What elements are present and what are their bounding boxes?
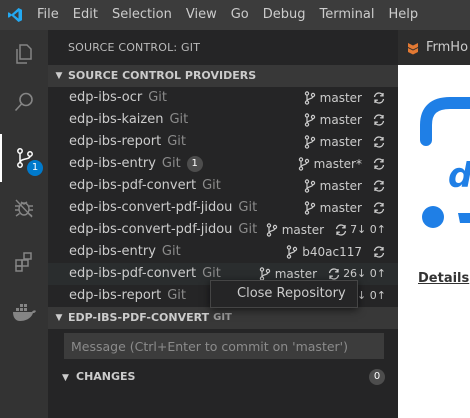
context-menu: Close Repository [210, 280, 358, 308]
branch-icon [287, 245, 298, 259]
repo-type: Git [169, 112, 189, 127]
ahead-behind-count: 7↓ 0↑ [350, 223, 386, 236]
changes-label: CHANGES [76, 370, 136, 383]
repo-type: Git [238, 200, 258, 215]
repo-changes-badge: 1 [186, 156, 203, 172]
debug-icon[interactable] [0, 184, 48, 232]
repo-type: Git [148, 90, 168, 105]
branch-icon [298, 157, 309, 171]
sync-icon[interactable] [372, 179, 386, 193]
repo-name: edp-ibs-convert-pdf-jidou [69, 200, 233, 215]
menu-file[interactable]: File [30, 0, 66, 30]
sync-icon[interactable] [327, 267, 341, 281]
chevron-down-icon: ▼ [55, 313, 63, 323]
branch-icon [304, 113, 315, 127]
changes-group-header[interactable]: ▼ CHANGES 0 [48, 366, 398, 388]
repo-row[interactable]: edp-ibs-convert-pdf-jidou Git master [48, 197, 398, 219]
source-control-sidebar: SOURCE CONTROL: GIT ▼ SOURCE CONTROL PRO… [48, 30, 398, 418]
providers-section-header[interactable]: ▼ SOURCE CONTROL PROVIDERS [48, 65, 398, 87]
repo-type: Git [161, 156, 181, 171]
repo-row[interactable]: edp-ibs-report Git master [48, 131, 398, 153]
repository-section-header[interactable]: ▼ EDP-IBS-PDF-CONVERT GIT [48, 307, 398, 329]
repository-section-label: EDP-IBS-PDF-CONVERT [68, 311, 210, 324]
menu-bar: File Edit Selection View Go Debug Termin… [30, 0, 425, 30]
repo-name: edp-ibs-convert-pdf-jidou [69, 222, 233, 237]
branch-label: master [319, 201, 362, 215]
svg-text:d: d [448, 156, 470, 196]
menu-edit[interactable]: Edit [66, 0, 105, 30]
docker-icon[interactable] [0, 288, 48, 336]
branch-icon [266, 223, 277, 237]
sync-icon[interactable] [372, 113, 386, 127]
branch-label: master [281, 223, 325, 237]
scm-badge: 1 [27, 160, 43, 176]
repo-row[interactable]: edp-ibs-pdf-convert Git master [48, 175, 398, 197]
repo-type: Git [202, 266, 221, 281]
repo-row[interactable]: edp-ibs-ocr Git master [48, 87, 398, 109]
menu-help[interactable]: Help [381, 0, 425, 30]
title-bar: File Edit Selection View Go Debug Termin… [0, 0, 470, 30]
repo-row[interactable]: edp-ibs-convert-pdf-jidou Git master 7↓ 0… [48, 219, 398, 241]
branch-icon [259, 267, 270, 281]
sync-icon[interactable] [372, 91, 386, 105]
branch-icon [304, 179, 315, 193]
details-link[interactable]: Details [418, 271, 469, 286]
repo-row[interactable]: edp-ibs-entry Git b40ac117 [48, 241, 398, 263]
repo-row[interactable]: edp-ibs-entry Git 1 master* [48, 153, 398, 175]
extensions-icon[interactable] [0, 238, 48, 286]
product-logo-icon: d [420, 97, 470, 228]
commit-message-input[interactable]: Message (Ctrl+Enter to commit on 'master… [64, 333, 384, 359]
repo-type: Git [167, 134, 187, 149]
branch-label: master [319, 135, 362, 149]
branch-label: master [319, 179, 362, 193]
branch-label: master* [313, 157, 362, 171]
repo-type: Git [202, 178, 221, 193]
sync-icon[interactable] [372, 245, 386, 259]
explorer-icon[interactable] [0, 30, 48, 78]
branch-label: master [319, 113, 362, 127]
close-repository-menu-item[interactable]: Close Repository [211, 281, 357, 307]
branch-icon [304, 91, 315, 105]
repo-name: edp-ibs-report [69, 288, 162, 303]
sync-icon[interactable] [334, 223, 348, 237]
editor-area: FrmHo d Details [398, 30, 470, 418]
repo-name: edp-ibs-entry [69, 156, 156, 171]
activity-bar: 1 [0, 30, 48, 418]
chevron-down-icon: ▼ [55, 71, 63, 81]
menu-view[interactable]: View [179, 0, 224, 30]
sync-icon[interactable] [372, 157, 386, 171]
menu-debug[interactable]: Debug [256, 0, 313, 30]
branch-icon [304, 201, 315, 215]
repo-name: edp-ibs-pdf-convert [69, 266, 197, 281]
branch-icon [304, 135, 315, 149]
menu-go[interactable]: Go [224, 0, 256, 30]
repo-name: edp-ibs-kaizen [69, 112, 164, 127]
repo-row[interactable]: edp-ibs-kaizen Git master [48, 109, 398, 131]
repo-name: edp-ibs-ocr [69, 90, 143, 105]
repo-name: edp-ibs-pdf-convert [69, 178, 197, 193]
repo-type: Git [167, 288, 187, 303]
sync-icon[interactable] [372, 135, 386, 149]
html-file-icon [408, 42, 418, 54]
repo-type: Git [161, 244, 181, 259]
repository-section-sub: GIT [213, 312, 232, 323]
branch-label: master [319, 91, 362, 105]
changes-count-badge: 0 [369, 369, 385, 385]
repo-type: Git [238, 222, 258, 237]
chevron-down-icon: ▼ [62, 373, 69, 383]
editor-tab-label: FrmHo [426, 40, 469, 55]
preview-content: d Details [398, 65, 470, 418]
providers-section-label: SOURCE CONTROL PROVIDERS [68, 69, 257, 82]
source-control-icon[interactable]: 1 [0, 134, 48, 182]
branch-label: b40ac117 [302, 245, 362, 259]
sync-icon[interactable] [372, 201, 386, 215]
editor-tab[interactable]: FrmHo [398, 30, 470, 65]
menu-terminal[interactable]: Terminal [313, 0, 382, 30]
search-icon[interactable] [0, 78, 48, 126]
vscode-logo-icon [0, 0, 30, 30]
repo-name: edp-ibs-report [69, 134, 162, 149]
menu-selection[interactable]: Selection [105, 0, 179, 30]
sidebar-title: SOURCE CONTROL: GIT [68, 41, 201, 54]
repo-name: edp-ibs-entry [69, 244, 156, 259]
